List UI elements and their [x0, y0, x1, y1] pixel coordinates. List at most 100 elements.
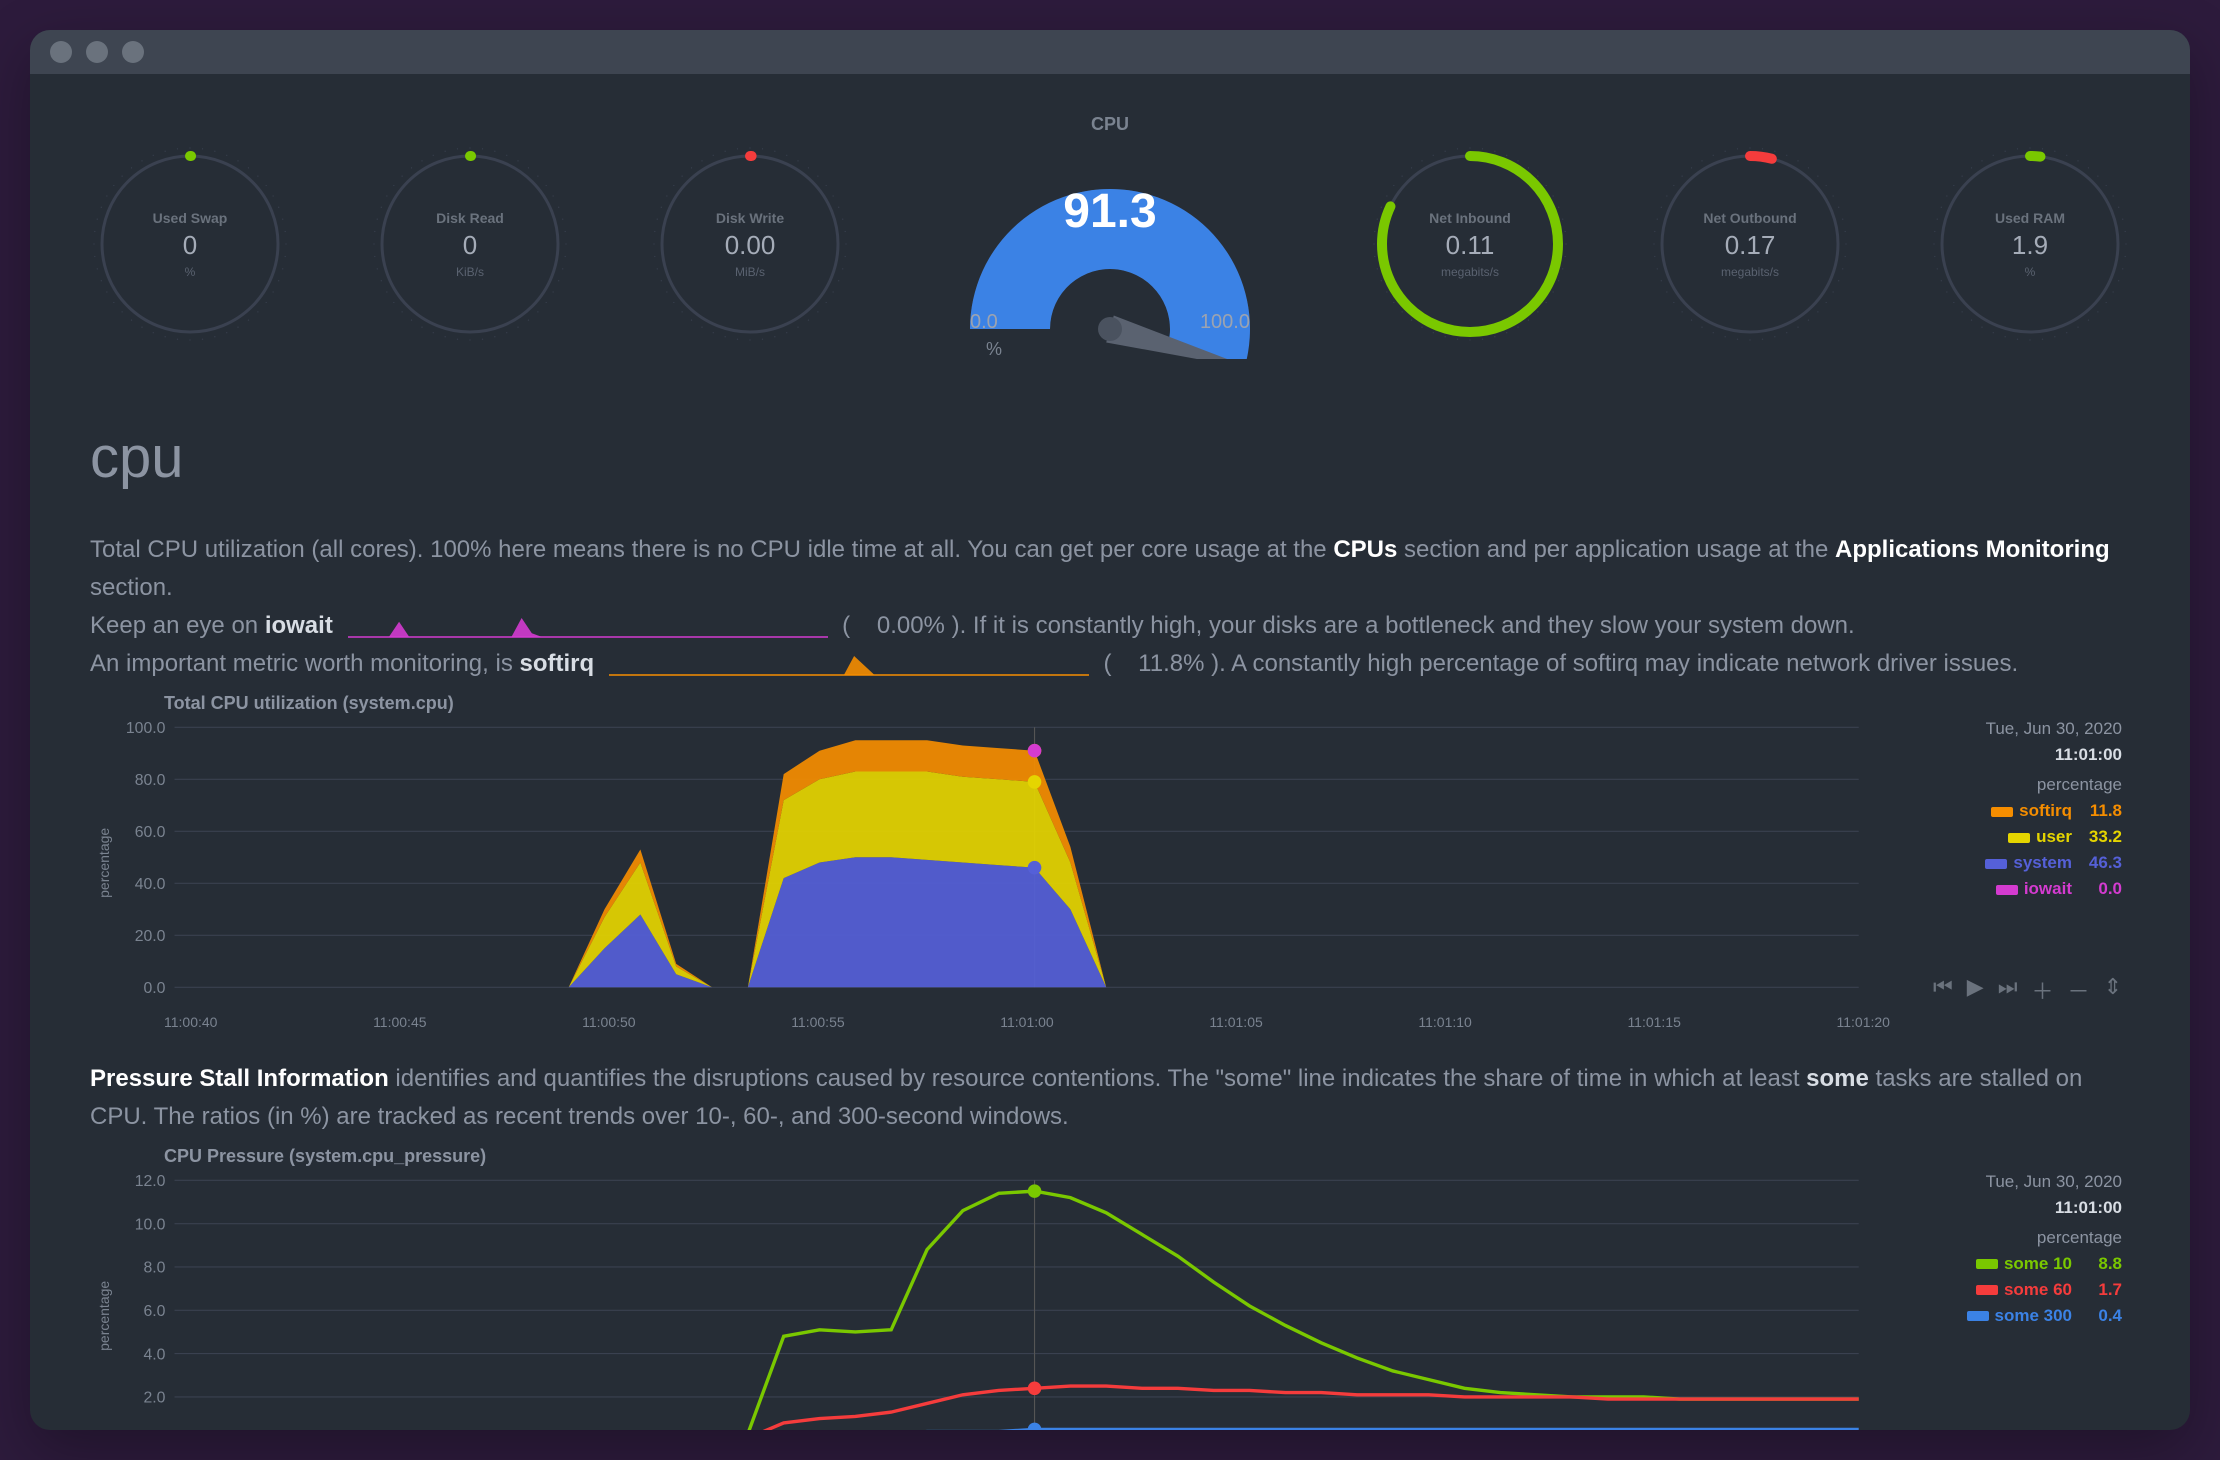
forward-icon[interactable]: ⏭ [1998, 974, 2018, 1006]
legend-series-name: some 60 [2004, 1280, 2072, 1299]
sparkline-iowait [348, 616, 828, 638]
desc-text: ). If it is constantly high, your disks … [952, 612, 1855, 639]
gauge-used-swap[interactable]: Used Swap 0% [90, 144, 290, 344]
window-close-icon[interactable] [50, 41, 72, 63]
legend-series-value: 33.2 [2072, 824, 2122, 850]
xaxis-tick: 11:01:10 [1418, 1014, 1471, 1030]
legend-series-value: 11.8 [2072, 798, 2122, 824]
gauge-label: Net Outbound [1703, 210, 1796, 226]
window-titlebar[interactable] [30, 30, 2190, 74]
legend-row[interactable]: system46.3 [1969, 850, 2122, 876]
gauge-row: Used Swap0% Disk Read0KiB/s Disk Write0.… [90, 94, 2130, 404]
chart-title: CPU Pressure (system.cpu_pressure) [164, 1146, 2130, 1167]
gauge-label: Disk Write [716, 210, 784, 226]
chart-cpu-pressure[interactable]: CPU Pressure (system.cpu_pressure) perce… [90, 1146, 2130, 1430]
legend-row[interactable]: some 108.8 [1951, 1251, 2123, 1277]
gauge-label: Used Swap [153, 210, 228, 226]
zoom-out-icon[interactable]: － [2068, 974, 2090, 1006]
gauge-cpu-unit: % [986, 339, 1002, 360]
forward-icon[interactable]: ⏭ [1998, 1427, 2018, 1430]
desc-softirq-value: 11.8% [1138, 650, 1204, 677]
legend-series-name: softirq [2019, 801, 2072, 820]
play-icon[interactable]: ▶ [1967, 1427, 1984, 1430]
legend-series-value: 0.4 [2072, 1303, 2122, 1329]
svg-text:20.0: 20.0 [135, 928, 166, 945]
desc-text: identifies and quantifies the disruption… [395, 1065, 1806, 1092]
legend-series-name: some 10 [2004, 1254, 2072, 1273]
legend-series-value: 46.3 [2072, 850, 2122, 876]
legend-series-value: 1.7 [2072, 1277, 2122, 1303]
chart-toolbar: ⏮ ▶ ⏭ ＋ － ⇕ [1933, 974, 2122, 1006]
gauge-unit: % [185, 265, 196, 279]
section-description: Total CPU utilization (all cores). 100% … [90, 531, 2130, 683]
chart-cpu-utilization[interactable]: Total CPU utilization (system.cpu) perce… [90, 693, 2130, 1030]
desc-iowait-value: 0.00% [877, 612, 945, 639]
legend-series-name: system [2013, 853, 2072, 872]
gauge-unit: megabits/s [1721, 265, 1779, 279]
legend-row[interactable]: some 3000.4 [1951, 1303, 2123, 1329]
desc-text: An important metric worth monitoring, is [90, 650, 519, 677]
rewind-icon[interactable]: ⏮ [1933, 974, 1953, 1006]
svg-text:60.0: 60.0 [135, 824, 166, 841]
desc-text: ( [842, 612, 850, 639]
zoom-in-icon[interactable]: ＋ [2032, 1427, 2054, 1430]
desc-text: ). A constantly high percentage of softi… [1211, 650, 2018, 677]
legend-row[interactable]: some 601.7 [1951, 1277, 2123, 1303]
zoom-out-icon[interactable]: － [2068, 1427, 2090, 1430]
gauge-used-ram[interactable]: Used RAM1.9% [1930, 144, 2130, 344]
legend-date: Tue, Jun 30, 2020 [1951, 1169, 2123, 1195]
gauge-cpu-label: CPU [1091, 114, 1129, 135]
gauge-net-outbound[interactable]: Net Outbound 0.17 megabits/s [1650, 144, 1850, 344]
svg-text:2.0: 2.0 [143, 1389, 165, 1406]
desc-text: some [1806, 1065, 1869, 1092]
legend-series-name: some 300 [1995, 1306, 2073, 1325]
gauge-label: Net Inbound [1429, 210, 1511, 226]
legend-header: percentage [1969, 772, 2122, 798]
dashboard-content: Used Swap0% Disk Read0KiB/s Disk Write0.… [30, 74, 2190, 1430]
gauge-net-inbound[interactable]: Net Inbound0.11megabits/s [1370, 144, 1570, 344]
resize-icon[interactable]: ⇕ [2104, 974, 2122, 1006]
window-zoom-icon[interactable] [122, 41, 144, 63]
gauge-cpu-value: 91.3 [930, 184, 1290, 239]
svg-text:10.0: 10.0 [135, 1216, 166, 1233]
xaxis-tick: 11:01:00 [1000, 1014, 1053, 1030]
svg-text:0.0: 0.0 [143, 980, 165, 997]
gauge-value: 0.17 [1725, 230, 1776, 261]
chart-toolbar: ⏮ ▶ ⏭ ＋ － ⇕ [1933, 1427, 2122, 1430]
legend-row[interactable]: iowait0.0 [1969, 876, 2122, 902]
resize-icon[interactable]: ⇕ [2104, 1427, 2122, 1430]
desc-text: Total CPU utilization (all cores). 100% … [90, 536, 1333, 563]
legend-row[interactable]: softirq11.8 [1969, 798, 2122, 824]
legend-row[interactable]: user33.2 [1969, 824, 2122, 850]
gauge-value: 0 [463, 230, 477, 261]
svg-text:8.0: 8.0 [143, 1259, 165, 1276]
chart-legend: Tue, Jun 30, 2020 11:01:00 percentage so… [1951, 1169, 2123, 1329]
gauge-cpu-main[interactable]: CPU 91.3 0.0 100.0 % [930, 114, 1290, 374]
gauge-unit: megabits/s [1441, 265, 1499, 279]
psi-description: Pressure Stall Information identifies an… [90, 1060, 2130, 1136]
gauge-disk-read[interactable]: Disk Read0KiB/s [370, 144, 570, 344]
chart-ylabel: percentage [90, 716, 118, 1010]
gauge-unit: KiB/s [456, 265, 484, 279]
play-icon[interactable]: ▶ [1967, 974, 1984, 1006]
xaxis-tick: 11:01:20 [1837, 1014, 1890, 1030]
link-cpus[interactable]: CPUs [1333, 536, 1397, 563]
link-psi[interactable]: Pressure Stall Information [90, 1065, 389, 1092]
window-minimize-icon[interactable] [86, 41, 108, 63]
xaxis-tick: 11:00:55 [791, 1014, 844, 1030]
svg-text:6.0: 6.0 [143, 1303, 165, 1320]
svg-text:80.0: 80.0 [135, 772, 166, 789]
xaxis-tick: 11:01:05 [1209, 1014, 1262, 1030]
gauge-cpu-min: 0.0 [970, 311, 998, 334]
gauge-label: Used RAM [1995, 210, 2065, 226]
app-window: Used Swap0% Disk Read0KiB/s Disk Write0.… [30, 30, 2190, 1430]
link-applications-monitoring[interactable]: Applications Monitoring [1835, 536, 2110, 563]
gauge-value: 0 [183, 230, 197, 261]
desc-text: Keep an eye on [90, 612, 265, 639]
xaxis-tick: 11:00:40 [164, 1014, 217, 1030]
rewind-icon[interactable]: ⏮ [1933, 1427, 1953, 1430]
zoom-in-icon[interactable]: ＋ [2032, 974, 2054, 1006]
gauge-disk-write[interactable]: Disk Write0.00MiB/s [650, 144, 850, 344]
chart-ylabel: percentage [90, 1169, 118, 1430]
gauge-value: 0.00 [725, 230, 776, 261]
